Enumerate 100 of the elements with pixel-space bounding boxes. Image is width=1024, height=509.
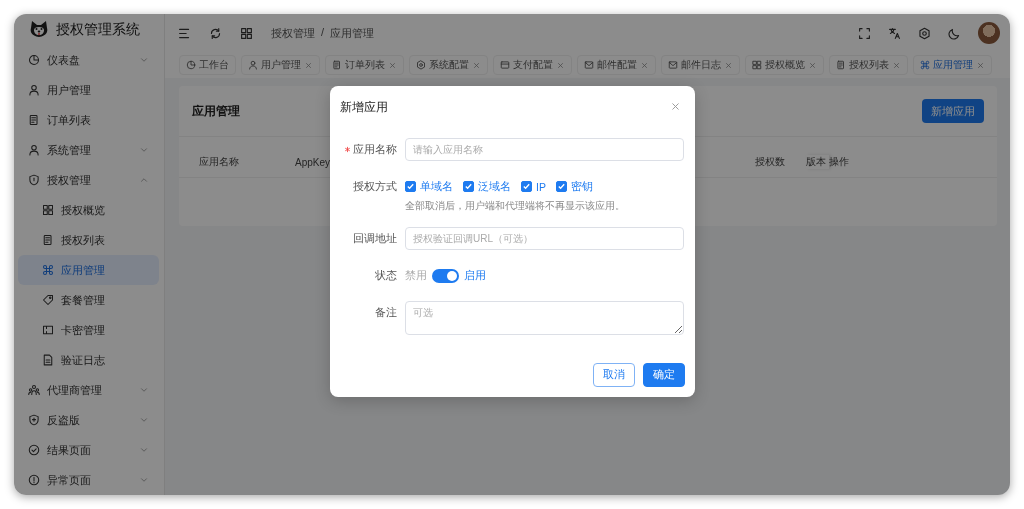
avatar[interactable] (978, 22, 1000, 44)
close-icon[interactable] (472, 60, 481, 70)
close-icon[interactable] (808, 60, 817, 70)
switch-label: 禁用 (405, 268, 427, 283)
confirm-button[interactable]: 确定 (643, 363, 685, 387)
dialog-title: 新增应用 (340, 98, 388, 116)
document-icon (332, 60, 342, 70)
tab[interactable]: 邮件日志 (661, 55, 740, 75)
grid-icon (752, 60, 762, 70)
checkbox[interactable] (405, 181, 416, 192)
shield-icon (28, 174, 40, 186)
breadcrumb-item[interactable]: 应用管理 (330, 25, 375, 41)
mail-icon (584, 60, 594, 70)
tab[interactable]: 工作台 (179, 55, 236, 75)
textarea-field[interactable]: 可选 (405, 301, 684, 335)
close-icon[interactable] (724, 60, 733, 70)
command-icon (920, 60, 930, 70)
card-icon (500, 60, 510, 70)
field-label: 状态 (375, 268, 397, 283)
translate-icon[interactable] (888, 26, 901, 40)
tab[interactable]: 支付配置 (493, 55, 572, 75)
sidebar-item[interactable]: 订单列表 (18, 105, 159, 135)
field-label: 备注 (375, 305, 397, 320)
ticket-icon (42, 324, 54, 336)
sidebar-item[interactable]: 卡密管理 (18, 315, 159, 345)
app-title: 授权管理系统 (56, 20, 140, 39)
tab[interactable]: 系统配置 (409, 55, 488, 75)
sidebar-item[interactable]: 结果页面 (18, 435, 159, 465)
alert-circle-icon (28, 474, 40, 486)
sidebar-item[interactable]: 授权概览 (18, 195, 159, 225)
close-icon[interactable] (892, 60, 901, 70)
sidebar-item[interactable]: 验证日志 (18, 345, 159, 375)
sidebar-item[interactable]: 代理商管理 (18, 375, 159, 405)
moon-icon[interactable] (948, 26, 961, 40)
close-icon[interactable] (640, 60, 649, 70)
chevron-down-icon (139, 475, 149, 485)
checkbox[interactable] (463, 181, 474, 192)
column-header: 应用名称 (199, 155, 240, 169)
sidebar-item[interactable]: 应用管理 (18, 255, 159, 285)
cancel-button[interactable]: 取消 (593, 363, 635, 387)
add-button[interactable]: 新增应用 (922, 99, 984, 123)
document-icon (836, 60, 846, 70)
hint-text: 全部取消后，用户端和代理端将不再显示该应用。 (405, 199, 626, 213)
checkbox-label: 密钥 (570, 179, 593, 194)
chevron-down-icon (139, 55, 149, 65)
tab[interactable]: 应用管理 (913, 55, 992, 75)
chevron-down-icon (139, 145, 149, 155)
pie-chart-icon (186, 60, 196, 70)
user-icon (248, 60, 258, 70)
tab[interactable]: 授权列表 (829, 55, 908, 75)
close-icon[interactable] (670, 101, 681, 112)
close-icon[interactable] (304, 60, 313, 70)
sidebar-item[interactable]: 异常页面 (18, 465, 159, 495)
tab[interactable]: 邮件配置 (577, 55, 656, 75)
checkbox-label: 泛域名 (478, 179, 511, 194)
refresh-icon[interactable] (209, 26, 222, 40)
close-icon[interactable] (556, 60, 565, 70)
tab[interactable]: 用户管理 (241, 55, 320, 75)
chevron-up-icon (139, 175, 149, 185)
sidebar-item[interactable]: 套餐管理 (18, 285, 159, 315)
grid-icon[interactable] (240, 26, 253, 40)
input-field[interactable]: 请输入应用名称 (405, 138, 684, 161)
pie-chart-icon (28, 54, 40, 66)
column-header: AppKey (295, 156, 332, 168)
checkbox[interactable] (555, 181, 567, 192)
grid-icon (42, 204, 54, 216)
command-icon (42, 264, 54, 276)
shield-icon (28, 414, 40, 426)
people-icon (28, 384, 40, 396)
tab[interactable]: 授权概览 (745, 55, 824, 75)
field-label: 授权方式 (353, 179, 397, 194)
gear-icon[interactable] (918, 26, 931, 40)
sidebar-item[interactable]: 授权管理 (18, 165, 159, 195)
card-title: 应用管理 (192, 102, 240, 120)
mail-icon (668, 60, 678, 70)
sidebar-item[interactable]: 反盗版 (18, 405, 159, 435)
close-icon[interactable] (976, 60, 985, 70)
column-header: 授权数 (755, 155, 786, 169)
gear-icon (416, 60, 426, 70)
fullscreen-icon[interactable] (858, 26, 871, 40)
checkbox-label: IP (536, 180, 546, 193)
sidebar-item[interactable]: 用户管理 (18, 75, 159, 105)
breadcrumb-item[interactable]: 授权管理 (271, 25, 315, 41)
switch-label: 启用 (464, 268, 486, 283)
chevron-down-icon (139, 445, 149, 455)
sidebar-item[interactable]: 授权列表 (18, 225, 159, 255)
field-label: 应用名称 (353, 142, 397, 157)
tab[interactable]: 订单列表 (325, 55, 404, 75)
document-icon (42, 234, 54, 246)
menu-icon[interactable] (178, 26, 191, 40)
field-label: 回调地址 (353, 231, 397, 246)
close-icon[interactable] (388, 60, 397, 70)
input-field[interactable]: 授权验证回调URL（可选） (405, 227, 684, 250)
checkbox[interactable] (521, 181, 532, 192)
sidebar-item[interactable]: 仪表盘 (18, 45, 159, 75)
chevron-down-icon (139, 385, 149, 395)
checkbox-label: 单域名 (420, 179, 453, 194)
sidebar-item[interactable]: 系统管理 (18, 135, 159, 165)
column-header: 版本 (806, 155, 829, 169)
toggle-switch[interactable] (432, 268, 459, 283)
